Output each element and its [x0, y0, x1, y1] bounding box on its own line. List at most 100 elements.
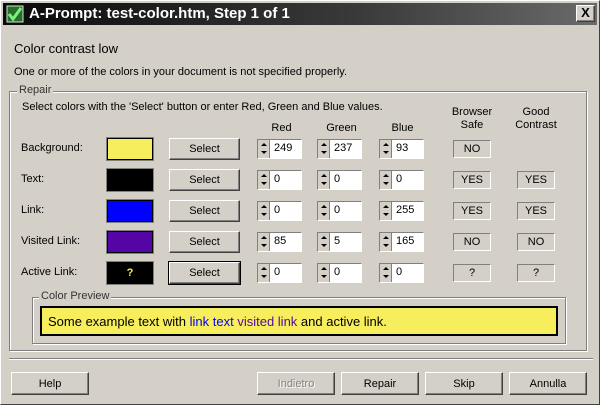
spinner-up-icon[interactable] — [321, 205, 327, 208]
blue-value-spinner[interactable]: 0 — [379, 170, 424, 190]
spinner-up-icon[interactable] — [321, 236, 327, 239]
green-value[interactable]: 5 — [334, 235, 358, 247]
spinner-arrows[interactable] — [258, 202, 270, 220]
spinner-down-icon[interactable] — [261, 213, 267, 216]
spinner-up-icon[interactable] — [383, 174, 389, 177]
spinner-up-icon[interactable] — [261, 174, 267, 177]
green-value-spinner[interactable]: 5 — [317, 232, 362, 252]
spinner-down-icon[interactable] — [261, 151, 267, 154]
spinner-down-icon[interactable] — [321, 244, 327, 247]
color-preview-box: Some example text with link text visited… — [40, 306, 558, 336]
blue-value[interactable]: 93 — [396, 142, 420, 154]
spinner-down-icon[interactable] — [261, 244, 267, 247]
blue-value-spinner[interactable]: 165 — [379, 232, 424, 252]
spinner-down-icon[interactable] — [261, 182, 267, 185]
red-value-spinner[interactable]: 0 — [257, 201, 302, 221]
red-value-spinner[interactable]: 249 — [257, 139, 302, 159]
row-label: Active Link: — [21, 266, 78, 278]
red-value[interactable]: 0 — [274, 173, 298, 185]
green-value-spinner[interactable]: 0 — [317, 170, 362, 190]
spinner-arrows[interactable] — [318, 140, 330, 158]
spinner-arrows[interactable] — [258, 140, 270, 158]
spinner-down-icon[interactable] — [321, 151, 327, 154]
spinner-down-icon[interactable] — [383, 244, 389, 247]
red-value-spinner[interactable]: 85 — [257, 232, 302, 252]
spinner-down-icon[interactable] — [321, 275, 327, 278]
blue-value[interactable]: 0 — [396, 266, 420, 278]
spinner-arrows[interactable] — [380, 233, 392, 251]
green-value[interactable]: 0 — [334, 266, 358, 278]
close-button[interactable]: X — [576, 5, 595, 22]
select-color-button[interactable]: Select — [169, 169, 240, 191]
spinner-up-icon[interactable] — [261, 236, 267, 239]
color-swatch — [106, 137, 154, 161]
blue-value-spinner[interactable]: 255 — [379, 201, 424, 221]
browser-safe-status: ? — [453, 264, 491, 282]
green-value[interactable]: 0 — [334, 204, 358, 216]
spinner-up-icon[interactable] — [321, 267, 327, 270]
title-bar[interactable]: A-Prompt: test-color.htm, Step 1 of 1 X — [3, 3, 597, 25]
spinner-up-icon[interactable] — [261, 143, 267, 146]
help-button[interactable]: Help — [11, 372, 89, 395]
spinner-down-icon[interactable] — [383, 275, 389, 278]
spinner-arrows[interactable] — [380, 264, 392, 282]
cancel-button[interactable]: Annulla — [509, 372, 587, 395]
good-contrast-status: NO — [517, 233, 555, 251]
spinner-up-icon[interactable] — [383, 267, 389, 270]
preview-visited-link-text: visited link — [237, 314, 298, 329]
spinner-up-icon[interactable] — [261, 267, 267, 270]
spinner-arrows[interactable] — [258, 233, 270, 251]
select-color-button[interactable]: Select — [169, 200, 240, 222]
green-value-spinner[interactable]: 0 — [317, 263, 362, 283]
repair-button[interactable]: Repair — [341, 372, 419, 395]
spinner-up-icon[interactable] — [261, 205, 267, 208]
spinner-arrows[interactable] — [258, 171, 270, 189]
spinner-down-icon[interactable] — [321, 213, 327, 216]
color-swatch — [106, 199, 154, 223]
green-value-spinner[interactable]: 237 — [317, 139, 362, 159]
green-value[interactable]: 237 — [334, 142, 358, 154]
green-value[interactable]: 0 — [334, 173, 358, 185]
blue-value-spinner[interactable]: 0 — [379, 263, 424, 283]
red-value[interactable]: 0 — [274, 204, 298, 216]
column-browser-safe: Browser Safe — [451, 106, 493, 131]
red-value[interactable]: 85 — [274, 235, 298, 247]
spinner-up-icon[interactable] — [383, 205, 389, 208]
spinner-down-icon[interactable] — [321, 182, 327, 185]
spinner-arrows[interactable] — [380, 171, 392, 189]
red-value[interactable]: 249 — [274, 142, 298, 154]
preview-link-text: link text — [189, 314, 234, 329]
blue-value[interactable]: 255 — [396, 204, 420, 216]
select-color-button[interactable]: Select — [169, 231, 240, 253]
spinner-down-icon[interactable] — [261, 275, 267, 278]
footer-separator — [9, 358, 593, 360]
good-contrast-status: YES — [517, 171, 555, 189]
red-value-spinner[interactable]: 0 — [257, 263, 302, 283]
blue-value[interactable]: 0 — [396, 173, 420, 185]
blue-value[interactable]: 165 — [396, 235, 420, 247]
spinner-arrows[interactable] — [380, 202, 392, 220]
red-value-spinner[interactable]: 0 — [257, 170, 302, 190]
blue-value-spinner[interactable]: 93 — [379, 139, 424, 159]
select-color-button[interactable]: Select — [169, 138, 240, 160]
skip-button[interactable]: Skip — [425, 372, 503, 395]
red-value[interactable]: 0 — [274, 266, 298, 278]
spinner-up-icon[interactable] — [321, 143, 327, 146]
spinner-down-icon[interactable] — [383, 213, 389, 216]
spinner-up-icon[interactable] — [383, 236, 389, 239]
spinner-down-icon[interactable] — [383, 151, 389, 154]
spinner-arrows[interactable] — [258, 264, 270, 282]
spinner-arrows[interactable] — [380, 140, 392, 158]
spinner-arrows[interactable] — [318, 171, 330, 189]
spinner-arrows[interactable] — [318, 202, 330, 220]
spinner-down-icon[interactable] — [383, 182, 389, 185]
spinner-up-icon[interactable] — [383, 143, 389, 146]
spinner-up-icon[interactable] — [321, 174, 327, 177]
spinner-arrows[interactable] — [318, 264, 330, 282]
column-green: Green — [326, 122, 357, 134]
green-value-spinner[interactable]: 0 — [317, 201, 362, 221]
spinner-arrows[interactable] — [318, 233, 330, 251]
select-color-button[interactable]: Select — [168, 261, 241, 285]
previous-button[interactable]: Indietro — [257, 372, 335, 395]
dialog-window: A-Prompt: test-color.htm, Step 1 of 1 X … — [0, 0, 600, 405]
